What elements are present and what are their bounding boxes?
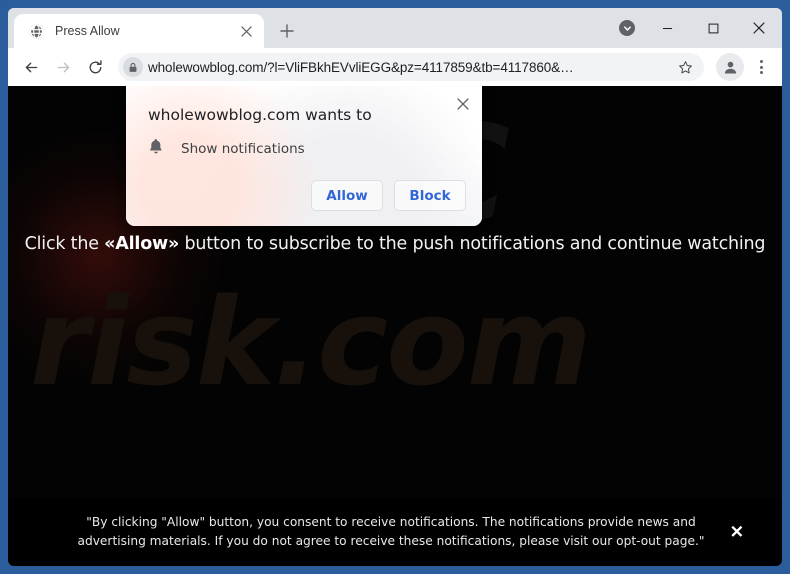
close-icon [753,22,765,34]
menu-dot [759,71,763,74]
consent-banner-close-icon[interactable]: ✕ [730,524,744,541]
address-bar-url[interactable]: wholewowblog.com/?l=VliFBkhEVvliEGG&pz=4… [143,60,672,75]
dialog-permission-row: Show notifications [148,138,305,160]
tab-close-icon[interactable] [236,21,256,41]
new-tab-button[interactable] [272,16,302,46]
consent-banner-text: "By clicking "Allow" button, you consent… [77,515,705,548]
globe-icon [28,23,45,40]
dialog-permission-label: Show notifications [181,141,305,157]
headline-bold: «Allow» [104,234,180,254]
reload-icon [89,59,102,73]
plus-icon [280,24,294,38]
menu-dot [759,65,763,69]
menu-dot [759,60,763,63]
tab-title: Press Allow [55,24,120,38]
dialog-actions: Allow Block [311,180,466,211]
headline-after: button to subscribe to the push notifica… [179,234,766,254]
page-headline: Click the «Allow» button to subscribe to… [8,234,782,254]
arrow-right-icon [57,62,69,72]
block-button[interactable]: Block [394,180,466,211]
reload-button[interactable] [80,52,110,82]
consent-banner: "By clicking "Allow" button, you consent… [8,498,782,566]
maximize-button[interactable] [690,8,736,48]
profile-avatar[interactable] [716,53,744,81]
dialog-title: wholewowblog.com wants to [148,106,372,124]
maximize-icon [708,23,718,33]
browser-window-frame: Press Allow wholewowblog.com/?l=VliFBkhE… [0,0,790,574]
lock-icon [123,57,143,77]
browser-window: Press Allow wholewowblog.com/?l=VliFBkhE… [8,8,782,566]
browser-tab[interactable]: Press Allow [14,14,264,48]
minimize-button[interactable] [644,8,690,48]
tab-strip: Press Allow [8,8,782,48]
chevron-down-icon [619,20,635,36]
arrow-left-icon [25,62,37,72]
bell-icon [148,138,164,160]
watermark-text: risk.com [30,274,592,413]
browser-menu-button[interactable] [748,52,774,82]
dialog-close-icon[interactable] [453,94,473,114]
tab-search-button[interactable] [610,8,644,48]
notification-permission-dialog: wholewowblog.com wants to Show notificat… [126,86,482,226]
address-bar[interactable]: wholewowblog.com/?l=VliFBkhEVvliEGG&pz=4… [118,53,704,81]
headline-before: Click the [24,234,105,254]
minimize-icon [662,27,672,29]
back-button[interactable] [16,52,46,82]
page-viewport: PC risk.com Click the «Allow» button to … [8,86,782,566]
bookmark-star-icon[interactable] [672,54,698,80]
window-controls [610,8,782,48]
browser-toolbar: wholewowblog.com/?l=VliFBkhEVvliEGG&pz=4… [8,48,782,86]
allow-button[interactable]: Allow [311,180,383,211]
forward-button[interactable] [48,52,78,82]
close-window-button[interactable] [736,8,782,48]
person-icon [724,61,736,73]
